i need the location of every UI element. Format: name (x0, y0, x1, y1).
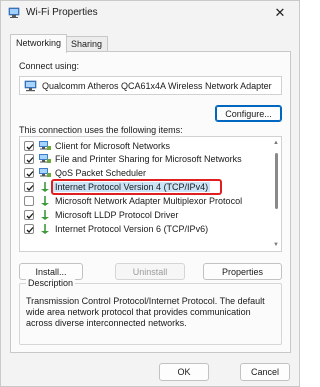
highlight-box (51, 179, 222, 195)
network-adapter-icon (8, 7, 20, 18)
checkmark-icon (26, 144, 34, 150)
protocol-icon (41, 182, 49, 192)
protocol-icon (41, 196, 49, 206)
scroll-thumb[interactable] (275, 153, 278, 209)
network-client-icon (39, 141, 51, 150)
item-checkbox[interactable] (24, 141, 34, 151)
protocol-icon (41, 224, 49, 234)
list-item[interactable]: Microsoft LLDP Protocol Driver (20, 209, 270, 222)
list-scrollbar[interactable]: ▲ ▼ (272, 139, 280, 249)
description-group: Description Transmission Control Protoco… (19, 278, 282, 345)
configure-button[interactable]: Configure... (215, 105, 282, 122)
checkmark-icon (26, 185, 34, 191)
list-item[interactable]: Client for Microsoft Networks (20, 140, 270, 153)
item-checkbox[interactable] (24, 210, 34, 220)
window-title: Wi-Fi Properties (26, 7, 98, 18)
item-checkbox[interactable] (24, 196, 34, 206)
list-item[interactable]: Internet Protocol Version 6 (TCP/IPv6) (20, 223, 270, 236)
scroll-up-icon[interactable]: ▲ (272, 139, 280, 147)
item-label: Microsoft Network Adapter Multiplexor Pr… (55, 196, 243, 206)
item-checkbox[interactable] (24, 224, 34, 234)
checkmark-icon (26, 157, 34, 163)
properties-button[interactable]: Properties (203, 263, 282, 280)
description-text: Transmission Control Protocol/Internet P… (26, 296, 265, 328)
checkmark-icon (26, 171, 34, 177)
network-adapter-icon (24, 80, 37, 92)
ok-button[interactable]: OK (159, 363, 209, 381)
checkmark-icon (26, 213, 34, 219)
cancel-button[interactable]: Cancel (240, 363, 290, 381)
network-client-icon (39, 154, 51, 163)
item-label: Microsoft LLDP Protocol Driver (55, 210, 179, 220)
items-label: This connection uses the following items… (19, 125, 183, 135)
scroll-down-icon[interactable]: ▼ (272, 241, 280, 249)
item-checkbox[interactable] (24, 168, 34, 178)
wifi-properties-window: Wi-Fi Properties ✕ Networking Sharing Co… (0, 0, 300, 387)
adapter-name: Qualcomm Atheros QCA61x4A Wireless Netwo… (42, 81, 272, 91)
network-client-icon (39, 168, 51, 177)
tab-networking[interactable]: Networking (10, 34, 68, 53)
description-legend: Description (26, 278, 76, 288)
checkmark-icon (26, 227, 34, 233)
item-label: Internet Protocol Version 6 (TCP/IPv6) (55, 224, 209, 234)
title-bar[interactable]: Wi-Fi Properties ✕ (1, 1, 299, 25)
protocol-icon (41, 210, 49, 220)
list-item[interactable]: Microsoft Network Adapter Multiplexor Pr… (20, 195, 270, 208)
item-checkbox[interactable] (24, 182, 34, 192)
item-label: QoS Packet Scheduler (55, 168, 147, 178)
item-label: Client for Microsoft Networks (55, 141, 171, 151)
uninstall-button[interactable]: Uninstall (115, 263, 185, 280)
list-item-selected[interactable]: Internet Protocol Version 4 (TCP/IPv4) (20, 179, 270, 195)
item-label: File and Printer Sharing for Microsoft N… (55, 154, 242, 164)
item-checkbox[interactable] (24, 154, 34, 164)
items-list[interactable]: Client for Microsoft Networks File and P… (19, 136, 282, 252)
list-item[interactable]: File and Printer Sharing for Microsoft N… (20, 153, 270, 166)
networking-panel: Connect using: Qualcomm Atheros QCA61x4A… (10, 51, 291, 353)
connect-using-label: Connect using: (19, 61, 80, 71)
close-icon: ✕ (274, 5, 286, 20)
adapter-field: Qualcomm Atheros QCA61x4A Wireless Netwo… (19, 76, 282, 95)
close-button[interactable]: ✕ (265, 1, 295, 25)
tab-sharing[interactable]: Sharing (65, 36, 109, 52)
